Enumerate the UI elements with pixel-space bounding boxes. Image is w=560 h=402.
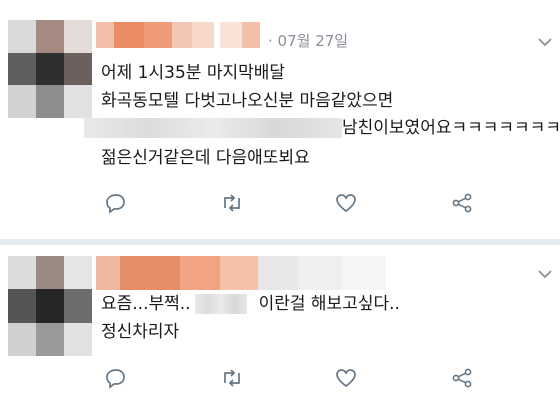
avatar-pixel	[8, 20, 36, 53]
avatar[interactable]	[8, 20, 92, 118]
avatar-pixel	[64, 52, 92, 86]
avatar-pixel	[36, 322, 64, 356]
tweet-text-line: 요즘...부쩍.. 이란걸 해보고싶다..	[101, 293, 400, 315]
avatar-pixel	[36, 256, 64, 290]
name-block	[342, 256, 386, 290]
avatar-pixel	[36, 20, 64, 53]
retweet-icon[interactable]	[219, 190, 245, 216]
tweet-text-line: 젊은신거같은데 다음애또뵈요	[101, 148, 310, 168]
name-block	[114, 22, 144, 48]
tweet-separator	[0, 239, 560, 245]
user-name-blurred[interactable]	[96, 22, 260, 48]
tweet-text-line: 어제 1시35분 마지막배달	[101, 63, 286, 83]
tweet-text-line: 화곡동모텔 다벗고나오신분 마음같았으면	[101, 91, 394, 111]
chevron-down-icon[interactable]	[537, 36, 553, 48]
tweet-text-line: 정신차리자	[101, 322, 180, 342]
reply-icon[interactable]	[103, 190, 129, 216]
tweet-actions	[0, 190, 560, 220]
avatar-pixel	[8, 289, 36, 323]
tweet-1[interactable]: · 07월 27일 어제 1시35분 마지막배달 화곡동모텔 다벗고나오신분 마…	[0, 0, 560, 238]
avatar-pixel	[64, 20, 92, 53]
reply-icon[interactable]	[103, 365, 129, 391]
name-block	[298, 256, 342, 290]
avatar-pixel	[64, 256, 92, 290]
avatar-pixel	[8, 322, 36, 356]
avatar-pixel	[8, 256, 36, 290]
avatar-pixel	[64, 289, 92, 323]
name-block	[180, 256, 220, 290]
blurred-text	[84, 118, 342, 138]
name-block	[220, 256, 258, 290]
retweet-icon[interactable]	[219, 365, 245, 391]
share-icon[interactable]	[449, 190, 475, 216]
name-block	[242, 22, 260, 48]
name-block	[144, 22, 172, 48]
name-block	[172, 22, 192, 48]
avatar-pixel	[36, 52, 64, 86]
tweet-text-fragment: 요즘...부쩍..	[101, 294, 191, 314]
name-block	[96, 256, 120, 290]
tweet-date[interactable]: · 07월 27일	[268, 30, 348, 51]
avatar-pixel	[64, 322, 92, 356]
share-icon[interactable]	[449, 365, 475, 391]
tweet-actions	[0, 365, 560, 395]
name-block	[96, 22, 114, 48]
avatar-pixel	[8, 52, 36, 86]
avatar-pixel	[8, 85, 36, 118]
name-block	[220, 22, 242, 48]
avatar-pixel	[36, 85, 64, 118]
name-block	[192, 22, 214, 48]
blurred-text	[194, 294, 247, 314]
avatar-pixel	[64, 85, 92, 118]
name-block	[258, 256, 298, 290]
tweet-text-line: 남친이보였어요ㅋㅋㅋㅋㅋㅋㅋ	[84, 117, 560, 139]
like-icon[interactable]	[333, 190, 359, 216]
tweet-2[interactable]: 요즘...부쩍.. 이란걸 해보고싶다.. 정신차리자	[0, 246, 560, 402]
like-icon[interactable]	[333, 365, 359, 391]
avatar-pixel	[36, 289, 64, 323]
tweet-text-fragment: 남친이보였어요ㅋㅋㅋㅋㅋㅋㅋ	[342, 118, 560, 138]
chevron-down-icon[interactable]	[537, 268, 553, 280]
tweet-text-fragment: 이란걸 해보고싶다..	[258, 294, 400, 314]
name-block	[120, 256, 180, 290]
avatar[interactable]	[8, 256, 92, 356]
user-name-blurred[interactable]	[96, 256, 386, 290]
